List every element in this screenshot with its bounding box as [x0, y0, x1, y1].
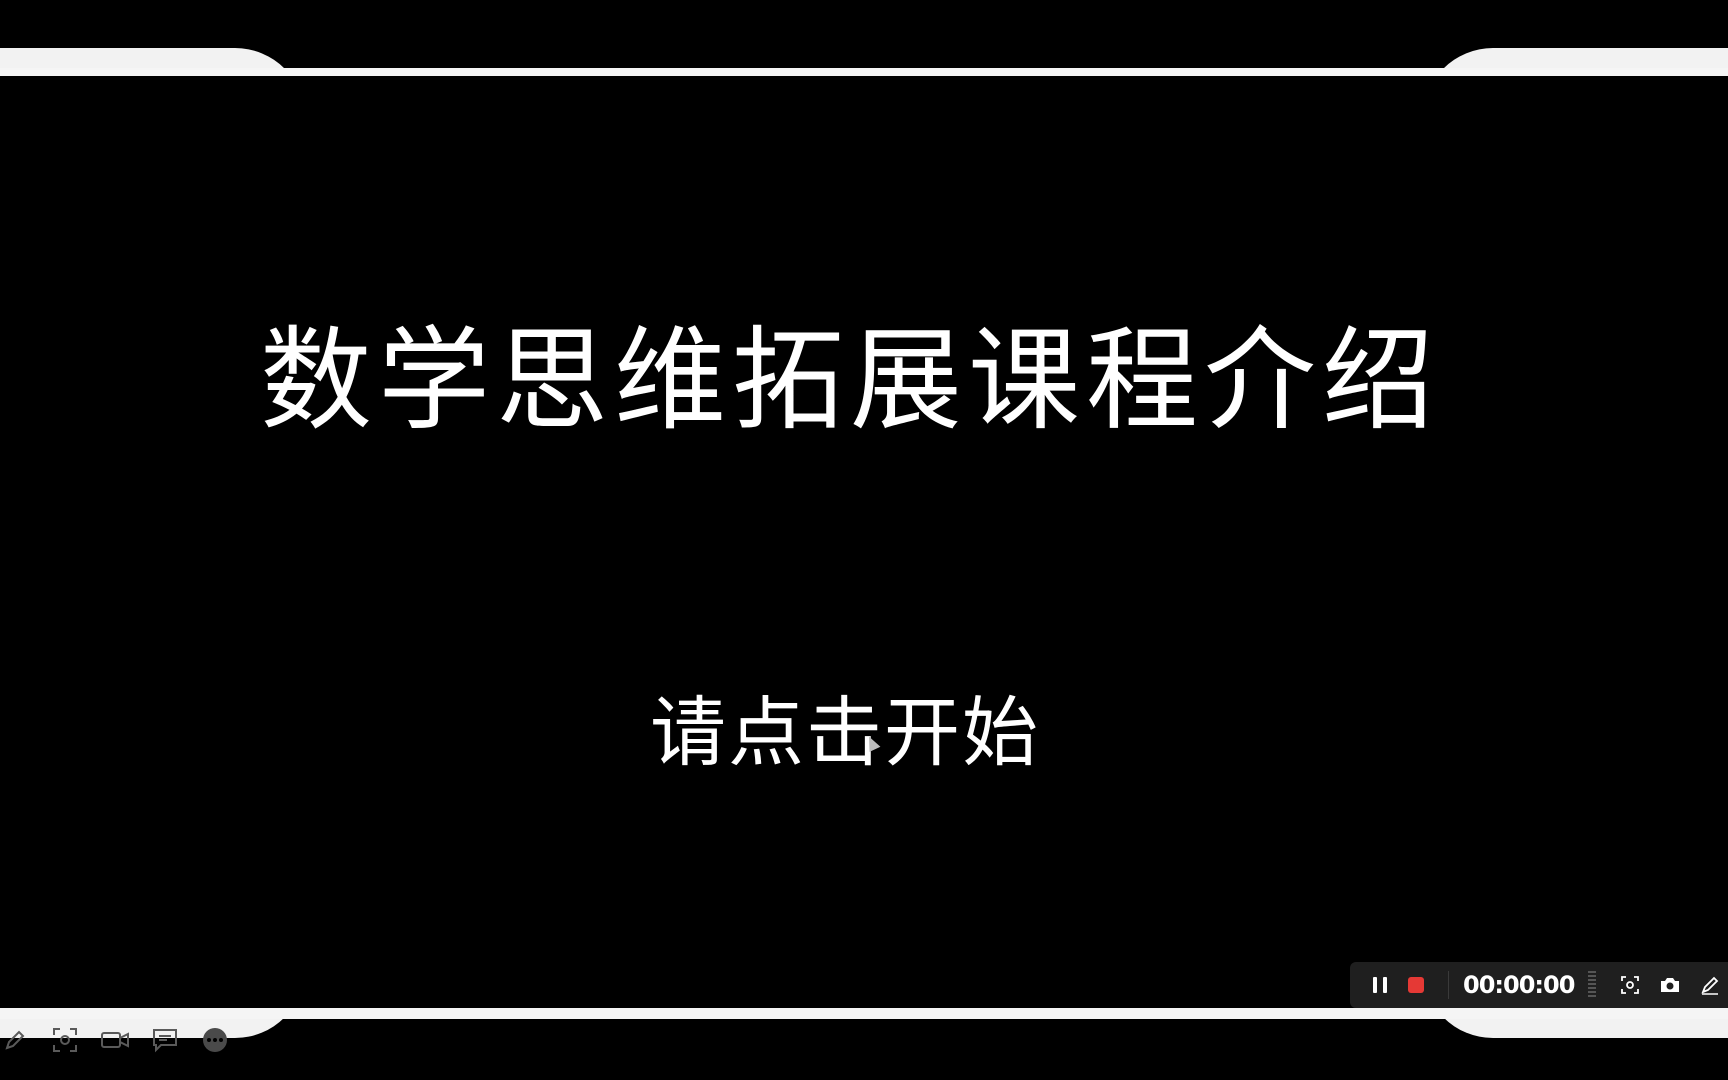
- annotate-button[interactable]: [1692, 967, 1728, 1003]
- more-icon[interactable]: [200, 1025, 230, 1055]
- divider: [1448, 971, 1449, 999]
- camera-icon[interactable]: [100, 1025, 130, 1055]
- pause-icon: [1373, 977, 1387, 993]
- slide-title: 数学思维拓展课程介绍: [260, 316, 1440, 446]
- drag-handle[interactable]: [1588, 971, 1597, 999]
- start-prompt[interactable]: 请点击开始: [650, 695, 1070, 771]
- pen-icon: [1701, 976, 1719, 995]
- pause-button[interactable]: [1362, 967, 1398, 1003]
- screenshot-icon[interactable]: [50, 1025, 80, 1055]
- stop-icon: [1408, 977, 1424, 993]
- pen-icon[interactable]: [0, 1025, 30, 1055]
- recording-timer: 00:00:00: [1463, 971, 1575, 999]
- snapshot-button[interactable]: [1652, 967, 1688, 1003]
- comment-icon[interactable]: [150, 1025, 180, 1055]
- stop-button[interactable]: [1398, 967, 1434, 1003]
- recording-control-bar: 00:00:00: [1350, 962, 1728, 1008]
- camera-icon: [1661, 978, 1680, 992]
- region-capture-icon: [1621, 976, 1640, 994]
- region-capture-button[interactable]: [1612, 967, 1648, 1003]
- bottom-toolbar: [0, 1024, 230, 1056]
- presentation-slide[interactable]: [0, 76, 1728, 1008]
- screen: 数学思维拓展课程介绍 请点击开始 00:00:00: [0, 0, 1728, 1080]
